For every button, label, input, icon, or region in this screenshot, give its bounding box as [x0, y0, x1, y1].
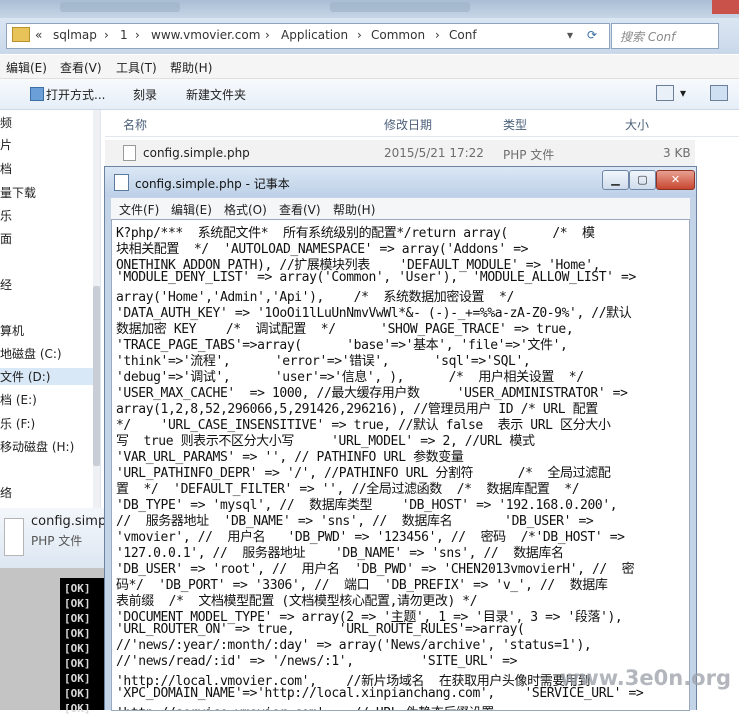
crumb-www[interactable]: www.vmovier.com	[151, 28, 260, 42]
col-name[interactable]: 名称	[123, 116, 147, 133]
folder-icon	[12, 27, 30, 42]
preview-pane-icon[interactable]	[710, 85, 728, 101]
nav-item-drive-h[interactable]: 移动磁盘 (H:)	[0, 438, 74, 455]
nav-item[interactable]: 频	[0, 114, 12, 131]
explorer-title-strip	[0, 0, 739, 18]
text-line: //'news/:year/:month/:day' => array('New…	[116, 638, 592, 653]
nav-item[interactable]: 经	[0, 276, 12, 293]
maximize-button[interactable]: ▢	[629, 170, 656, 190]
open-with-icon	[30, 87, 44, 101]
nav-item-drive-e[interactable]: 档 (E:)	[0, 391, 37, 408]
console-output: [OK] [OK] [OK] [OK] [OK] [OK] [OK] [OK] …	[60, 578, 104, 715]
minimize-button[interactable]: ▁	[602, 170, 629, 190]
notepad-title: config.simple.php - 记事本	[135, 177, 290, 191]
text-line: //'news/read/:id' => '/news/:1', 'SITE_U…	[116, 654, 518, 669]
col-modified[interactable]: 修改日期	[384, 116, 432, 133]
nav-item[interactable]: 片	[0, 136, 12, 153]
file-type: PHP 文件	[503, 148, 555, 162]
navigation-pane: 频 片 档 量下载 乐 面 经 组 算机 地磁盘 (C:) 文件 (D:) 档 …	[0, 110, 101, 508]
crumb-application[interactable]: Application	[281, 28, 348, 42]
search-input[interactable]: 搜索 Conf	[611, 23, 719, 49]
nav-item-network[interactable]: 络	[0, 484, 12, 501]
menu-file[interactable]: 文件(F)	[119, 201, 159, 218]
address-row: « sqlmap › 1 › www.vmovier.com › Applica…	[0, 18, 739, 54]
menu-help[interactable]: 帮助(H)	[333, 201, 375, 218]
burn-button[interactable]: 刻录	[133, 86, 157, 103]
menu-view[interactable]: 查看(V)	[279, 201, 321, 218]
crumb-1[interactable]: 1	[120, 28, 128, 42]
open-with-button[interactable]: 打开方式...	[46, 86, 105, 103]
nav-item[interactable]: 算机	[0, 322, 24, 339]
explorer-menu-bar: 编辑(E) 查看(V) 工具(T) 帮助(H)	[0, 55, 739, 79]
col-size[interactable]: 大小	[625, 116, 649, 133]
menu-edit[interactable]: 编辑(E)	[171, 201, 212, 218]
nav-item-drive-c[interactable]: 地磁盘 (C:)	[0, 345, 62, 362]
text-line: 'URL_ROUTER_ON' => true, 'URL_ROUTE_RULE…	[116, 622, 525, 637]
details-file-type: PHP 文件	[31, 534, 83, 548]
col-type[interactable]: 类型	[503, 116, 527, 133]
crumb-common[interactable]: Common	[371, 28, 425, 42]
address-bar[interactable]: « sqlmap › 1 › www.vmovier.com › Applica…	[6, 23, 610, 49]
file-modified: 2015/5/21 17:22	[384, 146, 484, 160]
menu-format[interactable]: 格式(O)	[224, 201, 267, 218]
explorer-toolbar: 打开方式... 刻录 新建文件夹 ▾	[0, 79, 739, 110]
new-folder-button[interactable]: 新建文件夹	[186, 86, 246, 103]
nav-item-drive-d[interactable]: 文件 (D:)	[0, 368, 93, 385]
nav-item[interactable]: 面	[0, 230, 12, 247]
menu-edit[interactable]: 编辑(E)	[6, 59, 47, 76]
address-prefix[interactable]: «	[35, 28, 42, 42]
menu-view[interactable]: 查看(V)	[60, 59, 102, 76]
notepad-menu-bar: 文件(F) 编辑(E) 格式(O) 查看(V) 帮助(H)	[111, 198, 690, 219]
nav-item-drive-f[interactable]: 乐 (F:)	[0, 415, 35, 432]
notepad-title-bar[interactable]: config.simple.php - 记事本 ▁ ▢ ✕	[105, 167, 696, 197]
close-button[interactable]: ✕	[656, 170, 695, 190]
explorer-close-button[interactable]	[712, 0, 739, 14]
view-options-icon[interactable]	[656, 85, 674, 101]
file-icon	[123, 145, 136, 161]
list-item[interactable]: config.simple.php 2015/5/21 17:22 PHP 文件…	[105, 140, 695, 166]
watermark: www.3e0n.org	[559, 666, 731, 690]
column-headers: 名称 修改日期 类型 大小	[105, 110, 739, 137]
nav-item[interactable]: 乐	[0, 207, 12, 224]
notepad-icon	[114, 174, 129, 191]
nav-item[interactable]: 量下载	[0, 184, 36, 201]
crumb-sqlmap[interactable]: sqlmap	[53, 28, 97, 42]
chevron-down-icon[interactable]: ▾	[567, 28, 573, 42]
refresh-icon[interactable]: ⟳	[587, 28, 597, 42]
console-window: [OK] [OK] [OK] [OK] [OK] [OK] [OK] [OK] …	[0, 568, 104, 715]
menu-tools[interactable]: 工具(T)	[116, 59, 157, 76]
nav-item[interactable]: 档	[0, 160, 12, 177]
file-size: 3 KB	[663, 146, 691, 160]
notepad-window: config.simple.php - 记事本 ▁ ▢ ✕ 文件(F) 编辑(E…	[104, 166, 697, 711]
notepad-text-area[interactable]: K?php/*** 系统配文件* 所有系统级别的配置*/return array…	[111, 219, 690, 711]
details-pane: config.simple.php PHP 文件	[0, 508, 147, 568]
nav-scroll-thumb[interactable]	[93, 286, 100, 466]
text-line: 'MODULE_DENY_LIST' => array('Common', 'U…	[116, 270, 636, 285]
chevron-down-icon[interactable]: ▾	[680, 86, 686, 100]
file-icon	[4, 518, 24, 556]
menu-help[interactable]: 帮助(H)	[170, 59, 212, 76]
crumb-conf[interactable]: Conf	[449, 28, 477, 42]
file-name: config.simple.php	[143, 146, 250, 160]
